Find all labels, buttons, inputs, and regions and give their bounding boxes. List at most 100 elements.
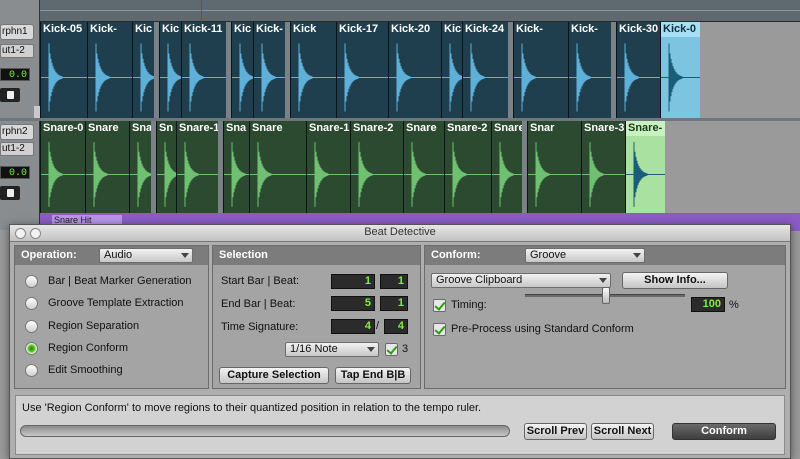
audio-region[interactable]: Kick-20 bbox=[388, 22, 441, 118]
end-beat-field[interactable]: 1 bbox=[380, 296, 408, 311]
preprocess-label: Pre-Process using Standard Conform bbox=[451, 323, 634, 335]
audio-region[interactable]: Kick-30 bbox=[616, 22, 660, 118]
audio-region[interactable]: Kic bbox=[231, 22, 253, 118]
region-name: Kick-05 bbox=[41, 22, 87, 37]
waveform bbox=[404, 142, 444, 207]
snare-track-lane[interactable]: Snare-0 Snare Sna Sn Snare-1 Sna Snare Snare-1 S… bbox=[40, 121, 800, 213]
audio-region[interactable]: Kick-0 bbox=[660, 22, 700, 118]
audio-region[interactable]: Snare-1 bbox=[176, 121, 218, 213]
end-bar-field[interactable]: 5 bbox=[331, 296, 375, 311]
track-output-1[interactable]: ut1-2 bbox=[0, 44, 34, 58]
audio-region[interactable]: Kick bbox=[290, 22, 336, 118]
region-name: Sna bbox=[224, 121, 249, 136]
audio-region[interactable]: Snare-3 bbox=[581, 121, 625, 213]
tap-end-button[interactable]: Tap End B|B bbox=[335, 367, 411, 384]
timing-value-field[interactable]: 100 bbox=[691, 297, 725, 312]
audio-region[interactable]: Snare-0 bbox=[40, 121, 85, 213]
audio-region[interactable]: Kick-24 bbox=[462, 22, 508, 118]
audio-region[interactable]: Snare- bbox=[625, 121, 665, 213]
timing-slider-thumb[interactable] bbox=[602, 287, 610, 304]
start-bar-field[interactable]: 1 bbox=[331, 274, 375, 289]
audio-region[interactable]: Snare-1 bbox=[306, 121, 350, 213]
audio-region[interactable]: Sna bbox=[129, 121, 151, 213]
operation-header-label: Operation: bbox=[21, 249, 77, 261]
scroll-next-button[interactable]: Scroll Next bbox=[591, 423, 654, 440]
dialog-titlebar[interactable]: Beat Detective bbox=[10, 225, 790, 242]
radio-region-separation[interactable] bbox=[25, 320, 38, 333]
time-signature-denominator[interactable]: 4 bbox=[384, 319, 408, 334]
radio-marker-generation[interactable] bbox=[25, 275, 38, 288]
audio-region[interactable]: Snare-2 bbox=[444, 121, 491, 213]
radio-region-conform[interactable] bbox=[25, 342, 38, 355]
region-name: Snare- bbox=[626, 121, 665, 136]
option-groove-extraction[interactable]: Groove Template Extraction bbox=[25, 294, 210, 314]
scroll-prev-button[interactable]: Scroll Prev bbox=[524, 423, 587, 440]
audio-region[interactable]: Kick- bbox=[441, 22, 462, 118]
option-marker-generation[interactable]: Bar | Beat Marker Generation bbox=[25, 272, 210, 292]
waveform bbox=[445, 142, 491, 207]
audio-region[interactable]: Sna bbox=[223, 121, 249, 213]
audio-region[interactable]: Kick-17 bbox=[336, 22, 388, 118]
region-name: Kick-11 bbox=[182, 22, 226, 37]
audio-region[interactable]: Kic bbox=[159, 22, 181, 118]
preprocess-checkbox[interactable] bbox=[433, 323, 446, 336]
waveform bbox=[514, 43, 568, 112]
option-edit-smoothing-label: Edit Smoothing bbox=[48, 364, 123, 376]
kick-track-lane[interactable]: Kick-05 Kick- Kic Kic Kick-11 Kic Kick- Kick Kic… bbox=[40, 22, 800, 118]
audio-region[interactable]: Kick- bbox=[87, 22, 132, 118]
region-name: Kic bbox=[160, 22, 181, 37]
audio-region[interactable]: Kick- bbox=[568, 22, 611, 118]
waveform bbox=[232, 43, 253, 112]
start-beat-field[interactable]: 1 bbox=[380, 274, 408, 289]
audio-region[interactable]: Kic bbox=[132, 22, 154, 118]
track-volume-1[interactable]: 0.0 bbox=[0, 68, 30, 81]
option-region-separation-label: Region Separation bbox=[48, 320, 140, 332]
audio-region[interactable]: Snare bbox=[249, 121, 306, 213]
track-lock-icon-2[interactable] bbox=[0, 186, 20, 200]
audio-region[interactable]: Snare-2 bbox=[350, 121, 403, 213]
audio-region[interactable]: Sn bbox=[156, 121, 176, 213]
audio-region[interactable]: Snare bbox=[491, 121, 522, 213]
conform-button[interactable]: Conform bbox=[672, 423, 776, 440]
groove-template-select[interactable]: Groove Clipboard bbox=[431, 273, 611, 288]
conform-mode-select[interactable]: Groove bbox=[525, 248, 645, 263]
track-name-2[interactable]: rphn2 bbox=[0, 124, 34, 140]
waveform bbox=[463, 43, 508, 112]
track-output-2[interactable]: ut1-2 bbox=[0, 142, 34, 156]
note-value-select[interactable]: 1/16 Note bbox=[285, 342, 379, 357]
option-edit-smoothing[interactable]: Edit Smoothing bbox=[25, 361, 210, 381]
region-name: Kick-17 bbox=[337, 22, 388, 37]
track-name-1[interactable]: rphn1 bbox=[0, 24, 34, 40]
region-name: Sn bbox=[157, 121, 176, 136]
chevron-down-icon bbox=[633, 253, 641, 258]
waveform bbox=[41, 142, 85, 207]
audio-region[interactable]: Snare bbox=[85, 121, 129, 213]
audio-region[interactable]: Kick- bbox=[513, 22, 568, 118]
timing-unit: % bbox=[729, 299, 739, 311]
capture-selection-button[interactable]: Capture Selection bbox=[219, 367, 329, 384]
option-region-separation[interactable]: Region Separation bbox=[25, 317, 210, 337]
time-signature-numerator[interactable]: 4 bbox=[331, 319, 375, 334]
waveform bbox=[88, 43, 132, 112]
radio-groove-extraction[interactable] bbox=[25, 297, 38, 310]
audio-region[interactable]: Snare bbox=[403, 121, 444, 213]
track-volume-2[interactable]: 0.0 bbox=[0, 166, 30, 179]
waveform bbox=[307, 142, 350, 207]
audio-region[interactable]: Kick-11 bbox=[181, 22, 226, 118]
waveform bbox=[160, 43, 181, 112]
playhead-marker[interactable] bbox=[201, 0, 202, 22]
operation-mode-select[interactable]: Audio bbox=[99, 248, 193, 263]
track-lock-icon-1[interactable] bbox=[0, 88, 20, 102]
waveform bbox=[86, 142, 129, 207]
option-region-conform[interactable]: Region Conform bbox=[25, 339, 210, 359]
timeline-ruler[interactable] bbox=[40, 0, 800, 22]
timing-checkbox[interactable] bbox=[433, 299, 446, 312]
audio-region[interactable]: Kick-05 bbox=[40, 22, 87, 118]
triplet-checkbox[interactable] bbox=[385, 343, 398, 356]
audio-region[interactable]: Kick- bbox=[253, 22, 285, 118]
radio-edit-smoothing[interactable] bbox=[25, 364, 38, 377]
region-name: Kic bbox=[133, 22, 154, 37]
show-info-button[interactable]: Show Info... bbox=[622, 272, 728, 289]
conform-panel: Conform: Groove Groove Clipboard Show In… bbox=[424, 245, 786, 389]
audio-region[interactable]: Snar bbox=[527, 121, 581, 213]
